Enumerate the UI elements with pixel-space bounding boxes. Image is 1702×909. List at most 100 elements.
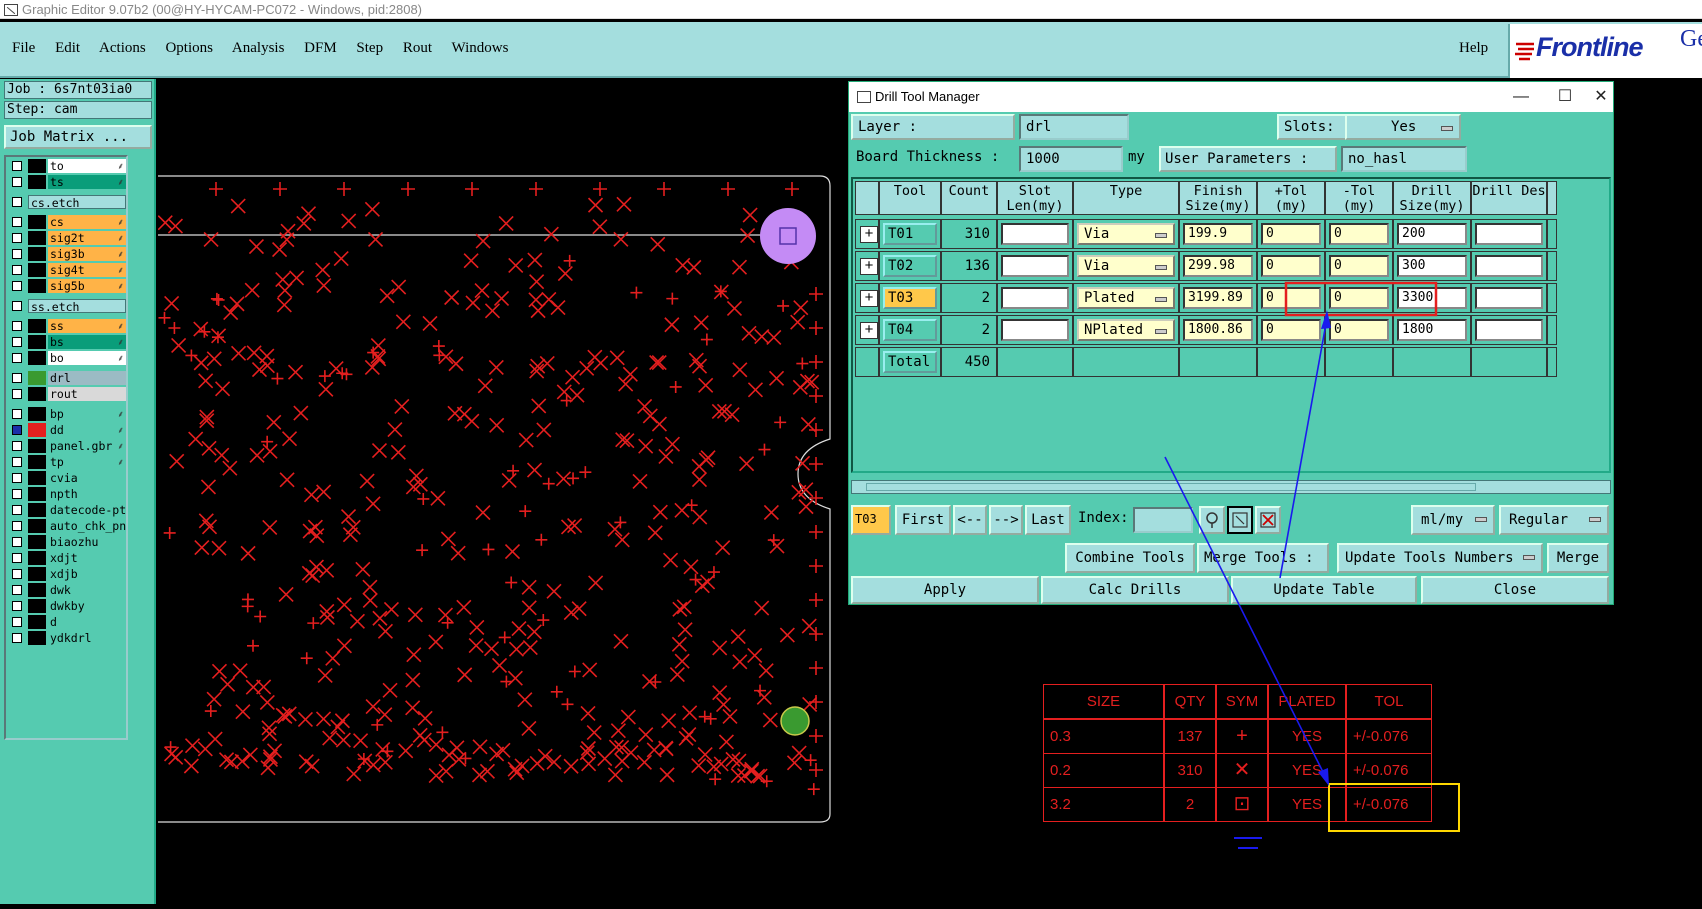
delete-tool-icon[interactable] <box>1255 506 1281 534</box>
layer-checkbox[interactable] <box>12 197 22 207</box>
layer-checkbox[interactable] <box>12 249 22 259</box>
units-select[interactable]: ml/my <box>1411 505 1495 535</box>
layer-row[interactable]: cvia <box>8 471 126 485</box>
layer-color-swatch[interactable] <box>28 371 46 385</box>
menu-edit[interactable]: Edit <box>55 40 80 56</box>
menu-help[interactable]: Help <box>1459 40 1488 57</box>
layer-row[interactable]: bo ⸙ <box>8 351 126 365</box>
layer-color-swatch[interactable] <box>28 471 46 485</box>
menu-step[interactable]: Step <box>356 40 383 56</box>
layer-name[interactable]: sig2t <box>48 231 126 245</box>
layer-name[interactable]: npth <box>48 487 126 501</box>
slot-len-input[interactable] <box>1001 287 1069 309</box>
layer-row[interactable]: sig5b ⸙ <box>8 279 126 293</box>
layer-color-swatch[interactable] <box>28 583 46 597</box>
last-button[interactable]: Last <box>1025 505 1071 535</box>
des-input[interactable] <box>1475 223 1543 245</box>
tool-button[interactable]: T02 <box>883 255 937 277</box>
layer-color-swatch[interactable] <box>28 279 46 293</box>
mode-select[interactable]: Regular <box>1499 505 1609 535</box>
layer-checkbox[interactable] <box>12 301 22 311</box>
drill-input[interactable]: 200 <box>1397 223 1467 245</box>
layer-name[interactable]: tp <box>48 455 126 469</box>
layer-color-swatch[interactable] <box>28 567 46 581</box>
finish-input[interactable]: 1800.86 <box>1183 319 1253 341</box>
layer-color-swatch[interactable] <box>28 599 46 613</box>
menu-rout[interactable]: Rout <box>403 40 432 56</box>
locate-tool-icon[interactable] <box>1199 506 1225 534</box>
user-parameters-input[interactable]: no_hasl <box>1341 146 1467 172</box>
layer-row[interactable]: ydkdrl <box>8 631 126 645</box>
layer-color-swatch[interactable] <box>28 551 46 565</box>
layer-row[interactable]: dwkby <box>8 599 126 613</box>
des-input[interactable] <box>1475 255 1543 277</box>
layer-color-swatch[interactable] <box>28 535 46 549</box>
finish-input[interactable]: 3199.89 <box>1183 287 1253 309</box>
layer-color-swatch[interactable] <box>28 455 46 469</box>
layer-color-swatch[interactable] <box>28 439 46 453</box>
layer-color-swatch[interactable] <box>28 247 46 261</box>
layer-name[interactable]: d <box>48 615 126 629</box>
layer-name[interactable]: sig3b <box>48 247 126 261</box>
maximize-button[interactable]: ☐ <box>1543 82 1587 112</box>
layer-color-swatch[interactable] <box>28 215 46 229</box>
scrollbar-thumb[interactable] <box>866 483 1476 491</box>
menu-windows[interactable]: Windows <box>452 40 509 56</box>
layer-name[interactable]: bo <box>48 351 126 365</box>
layer-name[interactable]: ts <box>48 175 126 189</box>
layer-row[interactable]: auto_chk_pn <box>8 519 126 533</box>
layer-checkbox[interactable] <box>12 353 22 363</box>
layer-row[interactable]: biaozhu <box>8 535 126 549</box>
plus-tol-input[interactable]: 0 <box>1261 223 1321 245</box>
layer-name[interactable]: dd <box>48 423 126 437</box>
layer-name[interactable]: cvia <box>48 471 126 485</box>
layer-name[interactable]: bs <box>48 335 126 349</box>
layer-row[interactable]: d <box>8 615 126 629</box>
layer-checkbox[interactable] <box>12 161 22 171</box>
layer-checkbox[interactable] <box>12 337 22 347</box>
layer-name[interactable]: datecode-pte <box>48 503 126 517</box>
layer-row[interactable]: sig4t ⸙ <box>8 263 126 277</box>
des-input[interactable] <box>1475 287 1543 309</box>
minus-tol-input[interactable]: 0 <box>1329 319 1389 341</box>
layer-name[interactable]: xdjb <box>48 567 126 581</box>
layer-row[interactable]: drl <box>8 371 126 385</box>
board-thickness-input[interactable]: 1000 <box>1019 146 1123 172</box>
layer-name[interactable]: xdjt <box>48 551 126 565</box>
layer-name[interactable]: drl <box>48 371 126 385</box>
layer-color-swatch[interactable] <box>28 319 46 333</box>
drill-input[interactable]: 1800 <box>1397 319 1467 341</box>
layer-color-swatch[interactable] <box>28 407 46 421</box>
layer-color-swatch[interactable] <box>28 423 46 437</box>
layer-color-swatch[interactable] <box>28 175 46 189</box>
merge-button[interactable]: Merge <box>1547 543 1609 573</box>
menu-actions[interactable]: Actions <box>99 40 146 56</box>
layer-checkbox[interactable] <box>12 177 22 187</box>
type-select[interactable]: NPlated <box>1077 319 1175 341</box>
layer-checkbox[interactable] <box>12 489 22 499</box>
layer-checkbox[interactable] <box>12 617 22 627</box>
layer-checkbox[interactable] <box>12 569 22 579</box>
menu-analysis[interactable]: Analysis <box>232 40 285 56</box>
minus-tol-input[interactable]: 0 <box>1329 287 1389 309</box>
layer-color-swatch[interactable] <box>28 519 46 533</box>
table-horizontal-scrollbar[interactable] <box>851 480 1611 494</box>
slots-select[interactable]: Yes <box>1345 114 1461 140</box>
layer-checkbox[interactable] <box>12 321 22 331</box>
layer-checkbox[interactable] <box>12 389 22 399</box>
layer-name[interactable]: sig4t <box>48 263 126 277</box>
layer-row[interactable]: sig3b ⸙ <box>8 247 126 261</box>
expand-tool-icon[interactable]: + <box>860 258 878 275</box>
drill-input[interactable]: 3300 <box>1397 287 1467 309</box>
first-button[interactable]: First <box>895 505 951 535</box>
minus-tol-input[interactable]: 0 <box>1329 223 1389 245</box>
tool-button[interactable]: T03 <box>883 287 937 309</box>
plus-tol-input[interactable]: 0 <box>1261 287 1321 309</box>
layer-row[interactable]: datecode-pte <box>8 503 126 517</box>
layer-checkbox[interactable] <box>12 537 22 547</box>
layer-checkbox[interactable] <box>12 553 22 563</box>
layer-row[interactable]: dd ⸙ <box>8 423 126 437</box>
layer-checkbox[interactable] <box>12 409 22 419</box>
user-parameters-button[interactable]: User Parameters : <box>1159 146 1337 172</box>
highlight-tool-icon[interactable] <box>1227 506 1253 534</box>
